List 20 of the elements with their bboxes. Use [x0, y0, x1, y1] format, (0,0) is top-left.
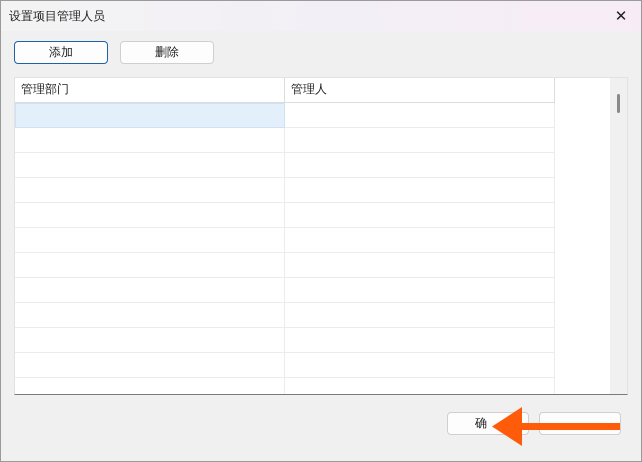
table-cell[interactable]: [15, 278, 285, 303]
table-cell[interactable]: [15, 103, 285, 128]
table-cell[interactable]: [15, 303, 285, 328]
column-header[interactable]: 管理人: [285, 78, 555, 103]
table-cell[interactable]: [15, 228, 285, 253]
table-cell[interactable]: [285, 103, 555, 128]
table-cell[interactable]: [15, 128, 285, 153]
table-cell[interactable]: [15, 153, 285, 178]
table-cell[interactable]: [15, 178, 285, 203]
table-cell[interactable]: [15, 353, 285, 378]
table-cell[interactable]: [15, 203, 285, 228]
scrollbar[interactable]: [610, 78, 627, 394]
scroll-thumb[interactable]: [617, 94, 620, 113]
close-button[interactable]: ✕: [601, 1, 641, 31]
table-cell[interactable]: [285, 128, 555, 153]
toolbar-button[interactable]: 添加: [14, 41, 108, 64]
window-title: 设置项目管理人员: [9, 8, 105, 24]
table-cell[interactable]: [15, 328, 285, 353]
toolbar-button[interactable]: 删除: [120, 41, 214, 64]
table-cell[interactable]: [15, 253, 285, 278]
